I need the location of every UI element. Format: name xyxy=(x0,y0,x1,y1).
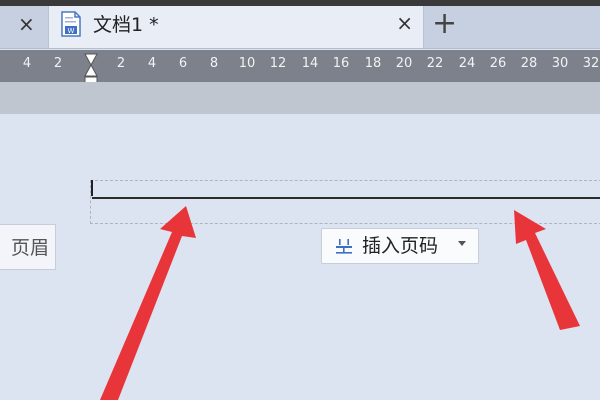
ruler-label: 2 xyxy=(53,56,63,71)
ruler-label: 20 xyxy=(395,56,413,71)
ruler-label: 18 xyxy=(364,56,382,71)
document-workspace xyxy=(0,114,600,400)
page-number-icon xyxy=(336,239,352,254)
ruler-label: 30 xyxy=(551,56,569,71)
text-cursor xyxy=(91,180,93,196)
ruler-label: 4 xyxy=(22,56,32,71)
svg-text:W: W xyxy=(68,27,75,35)
ruler-label: 26 xyxy=(489,56,507,71)
ruler-gap xyxy=(0,82,600,114)
ruler-label: 12 xyxy=(269,56,287,71)
page-header-label: 页眉 xyxy=(10,237,49,259)
tab-title: 文档1 * xyxy=(93,14,159,36)
ruler-label: 32 xyxy=(582,56,600,71)
ruler-label: 10 xyxy=(238,56,256,71)
dropdown-caret-icon[interactable] xyxy=(458,241,466,246)
ruler-label: 28 xyxy=(520,56,538,71)
tab-close-icon[interactable]: × xyxy=(396,12,413,34)
header-area[interactable] xyxy=(90,180,600,224)
ruler-label: 14 xyxy=(301,56,319,71)
insert-page-number-label: 插入页码 xyxy=(362,235,439,257)
page-header-tag: 页眉 xyxy=(0,224,56,270)
ruler-label: 8 xyxy=(209,56,219,71)
ruler-label: 6 xyxy=(178,56,188,71)
ruler-label: 16 xyxy=(332,56,350,71)
header-underline xyxy=(92,197,600,199)
previous-tab-close-icon[interactable]: × xyxy=(18,13,35,35)
ruler-label: 4 xyxy=(147,56,157,71)
writer-document-icon: W xyxy=(61,11,81,37)
ruler-label: 24 xyxy=(458,56,476,71)
ruler-label: 22 xyxy=(426,56,444,71)
ruler-label: 2 xyxy=(116,56,126,71)
tab-document-1[interactable]: W 文档1 * × xyxy=(48,6,424,48)
insert-page-number-button[interactable]: 插入页码 xyxy=(321,228,479,264)
tab-bar: × W 文档1 * × + xyxy=(0,6,600,49)
new-tab-icon[interactable]: + xyxy=(432,7,457,41)
